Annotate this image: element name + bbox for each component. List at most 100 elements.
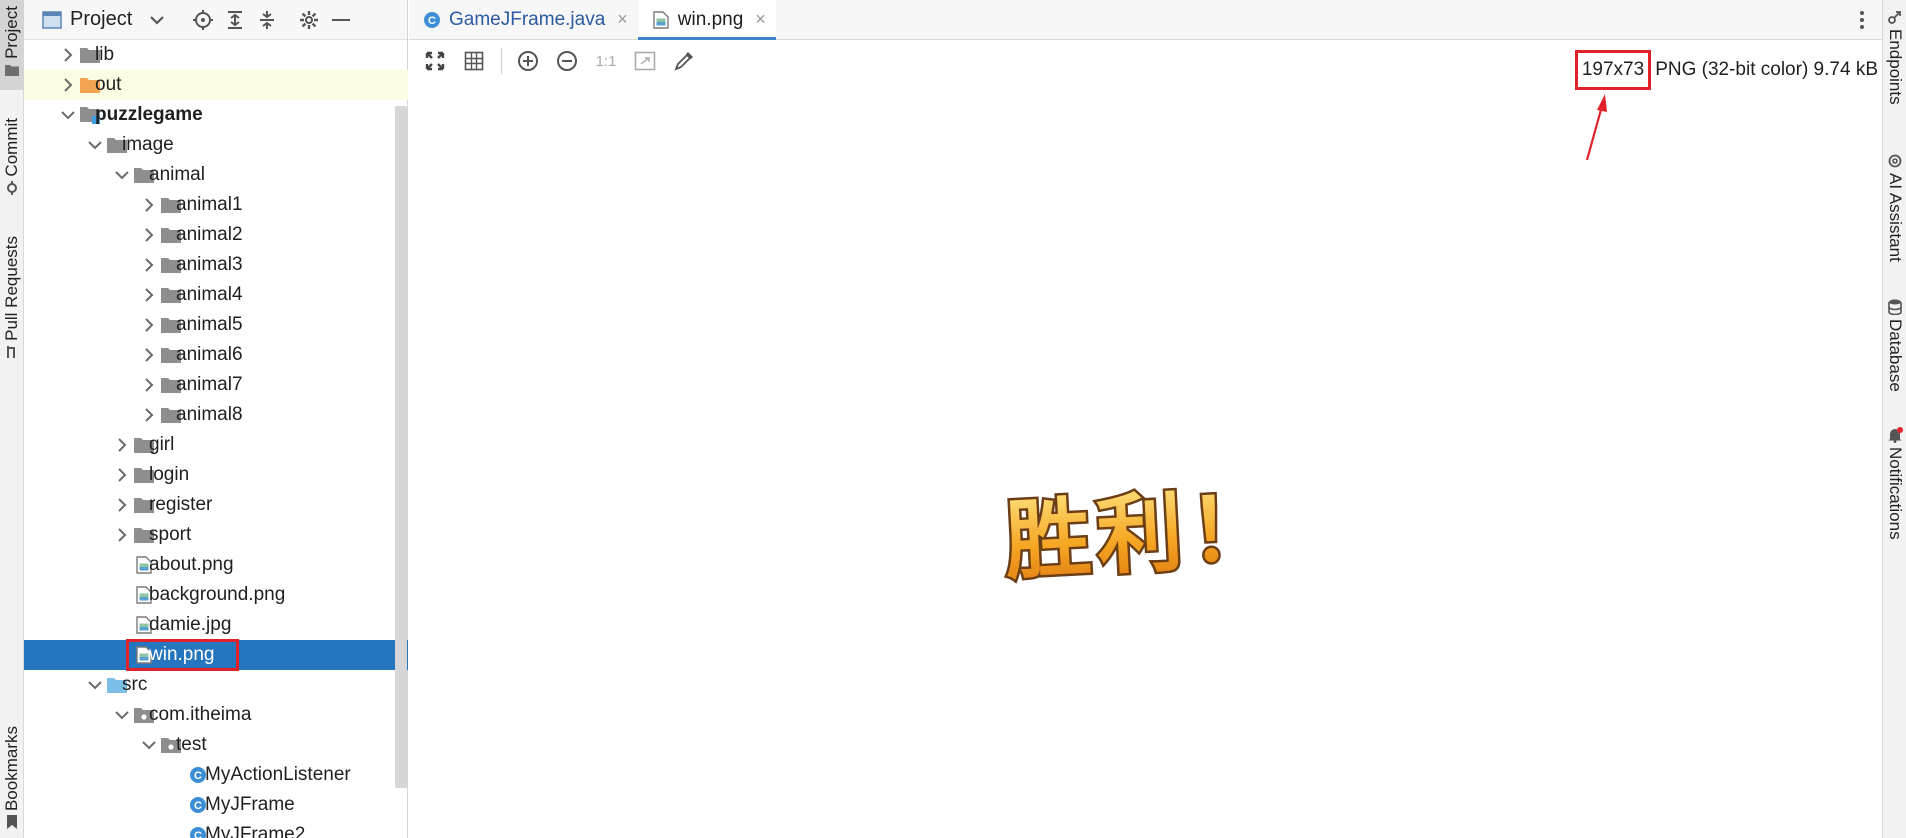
tree-item[interactable]: register (24, 490, 408, 520)
locate-file-icon[interactable] (192, 9, 214, 31)
chevron-down-icon[interactable] (61, 108, 75, 122)
tree-item-label: MyActionListener (205, 764, 351, 785)
project-tree-scrollbar[interactable] (395, 106, 407, 788)
tree-item[interactable]: animal6 (24, 340, 408, 370)
tree-item[interactable]: animal8 (24, 400, 408, 430)
tool-tab-endpoints-label: Endpoints (1886, 29, 1905, 105)
tab-win-png[interactable]: win.png × (637, 0, 776, 40)
tool-tab-notifications-label: Notifications (1886, 447, 1905, 540)
win-image-text: 胜利！ (1002, 478, 1283, 588)
tree-item[interactable]: girl (24, 430, 408, 460)
tool-tab-endpoints[interactable]: Endpoints (1883, 6, 1906, 120)
chevron-down-icon[interactable] (88, 138, 102, 152)
eyedropper-icon (674, 52, 693, 71)
tree-item[interactable]: animal (24, 160, 408, 190)
tree-item[interactable]: animal2 (24, 220, 408, 250)
left-tool-strip: Project Commit Pull Requests Bookmarks (0, 0, 24, 838)
more-options-icon[interactable] (1852, 10, 1872, 30)
tree-item[interactable]: com.itheima (24, 700, 408, 730)
annotation-arrow (1585, 94, 1607, 161)
tree-item[interactable]: damie.jpg (24, 610, 408, 640)
fit-zoom-button[interactable] (421, 47, 449, 75)
chevron-right-icon[interactable] (115, 528, 129, 542)
tree-item[interactable]: win.png (24, 639, 408, 671)
fit-window-icon (634, 51, 656, 71)
tree-item[interactable]: image (24, 130, 408, 160)
chevron-right-icon[interactable] (115, 468, 129, 482)
chevron-right-icon[interactable] (142, 318, 156, 332)
chevron-right-icon[interactable] (142, 228, 156, 242)
expand-all-icon[interactable] (224, 9, 246, 31)
tree-item-label: MyJFrame (205, 794, 295, 815)
tool-tab-pull-requests[interactable]: Pull Requests (0, 236, 24, 372)
tree-item[interactable]: lib (24, 40, 408, 70)
tree-item[interactable]: background.png (24, 580, 408, 610)
tree-item[interactable]: C MyJFrame (24, 790, 408, 820)
tree-item-label: animal7 (176, 374, 243, 395)
chevron-down-icon[interactable] (115, 708, 129, 722)
chevron-right-icon[interactable] (142, 348, 156, 362)
tree-item[interactable]: login (24, 460, 408, 490)
tool-tab-database[interactable]: Database (1883, 296, 1906, 404)
tool-tab-commit[interactable]: Commit (0, 118, 24, 208)
actual-size-button[interactable]: 1:1 (592, 47, 620, 75)
grid-toggle-button[interactable] (460, 47, 488, 75)
tree-item[interactable]: about.png (24, 550, 408, 580)
tree-item-label: animal6 (176, 344, 243, 365)
chevron-right-icon[interactable] (142, 288, 156, 302)
tool-tab-project[interactable]: Project (0, 0, 24, 90)
chevron-right-icon[interactable] (142, 258, 156, 272)
tree-item-label: image (122, 134, 174, 155)
fit-window-button[interactable] (631, 47, 659, 75)
tree-item[interactable]: animal4 (24, 280, 408, 310)
toolbar-separator (501, 48, 502, 74)
close-icon[interactable]: × (617, 9, 628, 30)
gear-icon[interactable] (298, 9, 320, 31)
tree-item-label: out (95, 74, 122, 95)
tree-item-label: com.itheima (149, 704, 252, 725)
view-selector-chevron-icon[interactable] (146, 9, 168, 31)
zoom-in-icon (518, 51, 538, 71)
chevron-right-icon[interactable] (115, 438, 129, 452)
collapse-all-icon[interactable] (256, 9, 278, 31)
tree-item[interactable]: test (24, 730, 408, 760)
chevron-right-icon[interactable] (142, 198, 156, 212)
chevron-down-icon[interactable] (115, 168, 129, 182)
tab-gamejframe-java[interactable]: C GameJFrame.java × (409, 0, 638, 39)
image-info: 197x73 PNG (32-bit color) 9.74 kB (1574, 50, 1878, 90)
color-picker-button[interactable] (670, 47, 698, 75)
tree-item[interactable]: animal7 (24, 370, 408, 400)
tree-item-label: puzzlegame (95, 104, 203, 125)
chevron-right-icon[interactable] (142, 408, 156, 422)
annotation-box (126, 639, 239, 671)
tab-win-png-label: win.png (677, 8, 744, 30)
hide-panel-icon[interactable] (330, 9, 352, 31)
tree-item[interactable]: out (24, 70, 408, 100)
chevron-right-icon[interactable] (61, 78, 75, 92)
zoom-out-button[interactable] (553, 47, 581, 75)
endpoints-icon (1887, 9, 1903, 25)
chevron-down-icon[interactable] (88, 678, 102, 692)
chevron-down-icon[interactable] (142, 738, 156, 752)
actual-size-icon: 1:1 (595, 52, 617, 70)
tree-item-label: damie.jpg (149, 614, 232, 635)
tree-item-label: test (176, 734, 207, 755)
chevron-right-icon[interactable] (115, 498, 129, 512)
chevron-right-icon[interactable] (61, 48, 75, 62)
tool-tab-notifications[interactable]: Notifications (1883, 424, 1906, 554)
tree-item[interactable]: animal1 (24, 190, 408, 220)
tree-item[interactable]: puzzlegame (24, 100, 408, 130)
tree-item[interactable]: animal5 (24, 310, 408, 340)
tree-item[interactable]: animal3 (24, 250, 408, 280)
tree-item[interactable]: C MyJFrame2 (24, 820, 408, 838)
tree-item-label: register (149, 494, 213, 515)
tree-item[interactable]: sport (24, 520, 408, 550)
chevron-right-icon[interactable] (142, 378, 156, 392)
tree-item[interactable]: C MyActionListener (24, 760, 408, 790)
tool-tab-bookmarks[interactable]: Bookmarks (0, 726, 24, 838)
tool-tab-ai-assistant[interactable]: AI Assistant (1883, 150, 1906, 272)
project-view-icon (42, 9, 62, 31)
close-icon[interactable]: × (755, 9, 766, 30)
tree-item[interactable]: src (24, 670, 408, 700)
zoom-in-button[interactable] (514, 47, 542, 75)
